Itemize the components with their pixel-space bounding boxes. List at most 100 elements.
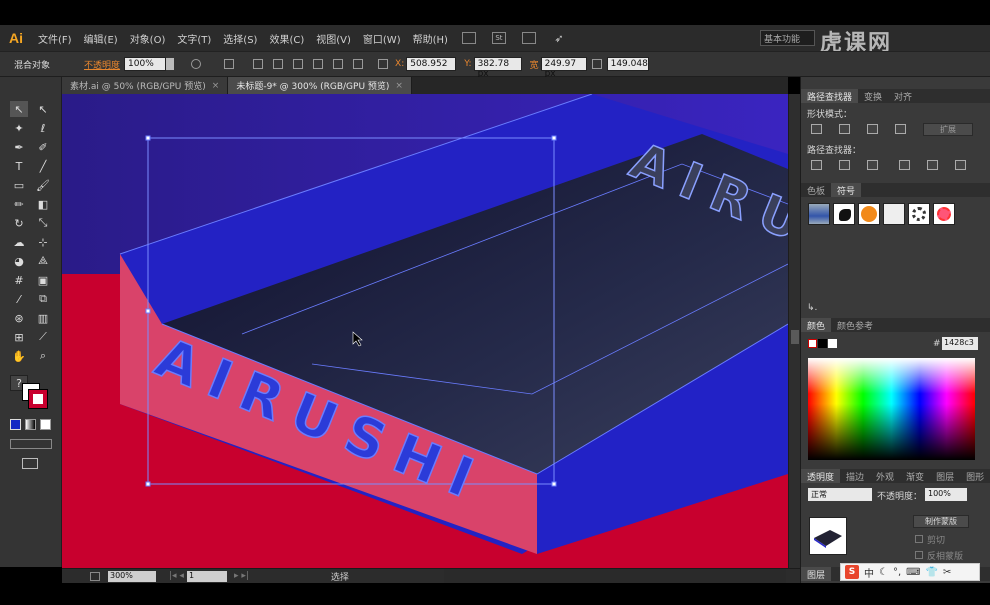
menu-select[interactable]: 选择(S) xyxy=(217,31,263,46)
close-icon[interactable]: × xyxy=(395,81,403,91)
trim-icon[interactable] xyxy=(839,160,850,170)
divide-icon[interactable] xyxy=(811,160,822,170)
stroke-swatch[interactable] xyxy=(28,389,48,409)
height-input[interactable]: 149.048 xyxy=(606,57,649,71)
symbol-wreath[interactable] xyxy=(908,203,930,225)
handle-tm[interactable] xyxy=(551,135,557,141)
tab-document-1[interactable]: 素材.ai @ 50% (RGB/GPU 预览) × xyxy=(62,77,229,94)
tab-stroke[interactable]: 描边 xyxy=(840,469,870,483)
mask-thumbnail[interactable] xyxy=(809,517,847,555)
tab-swatches[interactable]: 色板 xyxy=(801,183,831,197)
tab-document-2[interactable]: 未标题-9* @ 300% (RGB/GPU 预览) × xyxy=(228,77,412,94)
warp-tool-icon[interactable]: ☁ xyxy=(10,234,28,250)
tab-symbols[interactable]: 符号 xyxy=(831,183,862,197)
scale-tool-icon[interactable]: ⤡ xyxy=(34,215,52,231)
draw-mode-icons[interactable] xyxy=(10,439,52,449)
free-transform-tool-icon[interactable]: ⊹ xyxy=(34,234,52,250)
align-selection-icon[interactable] xyxy=(224,59,235,69)
gradient-mode-icon[interactable] xyxy=(25,419,36,430)
handle-tl[interactable] xyxy=(145,135,151,141)
fill-stroke-swatch[interactable] xyxy=(22,383,48,409)
first-artboard-icon[interactable]: |◂ ◂ xyxy=(169,571,184,581)
tab-color[interactable]: 颜色 xyxy=(801,318,832,332)
tab-appearance[interactable]: 外观 xyxy=(870,469,900,483)
ime-keyboard-icon[interactable]: ⌨ xyxy=(906,567,920,578)
clip-checkbox[interactable] xyxy=(915,535,923,543)
artboard-tool-icon[interactable]: ⊞ xyxy=(10,329,28,345)
exclude-icon[interactable] xyxy=(895,124,906,134)
make-mask-button[interactable]: 制作蒙版 xyxy=(913,515,969,528)
none-color-icon[interactable] xyxy=(808,339,817,348)
horizontal-scrollbar[interactable] xyxy=(444,569,990,583)
blend-mode-select[interactable]: 正常 xyxy=(808,488,872,501)
hex-input[interactable]: 1428c3 xyxy=(942,337,978,350)
merge-icon[interactable] xyxy=(867,160,878,170)
y-input[interactable]: 382.78 px xyxy=(473,57,522,79)
stock-icon[interactable]: St xyxy=(491,32,506,44)
menu-file[interactable]: 文件(F) xyxy=(32,31,78,46)
eyedropper-tool-icon[interactable]: ⁄ xyxy=(10,291,28,307)
gradient-tool-icon[interactable]: ▣ xyxy=(34,272,52,288)
menu-object[interactable]: 对象(O) xyxy=(124,31,172,46)
tab-align[interactable]: 对齐 xyxy=(888,89,918,103)
tab-layers-small[interactable]: 图层 xyxy=(930,469,960,483)
symbol-flower[interactable] xyxy=(933,203,955,225)
ime-tools-icon[interactable]: ✂ xyxy=(943,567,951,578)
direct-selection-tool-icon[interactable]: ↖ xyxy=(34,101,52,117)
width-input[interactable]: 249.97 px xyxy=(540,57,587,79)
black-color-icon[interactable] xyxy=(818,339,827,348)
rectangle-tool-icon[interactable]: ▭ xyxy=(10,177,28,193)
zoom-tool-icon[interactable]: ⌕ xyxy=(34,348,52,364)
tab-graphic-styles[interactable]: 图形 xyxy=(960,469,990,483)
curvature-tool-icon[interactable]: ✐ xyxy=(34,139,52,155)
x-input[interactable]: 508.952 xyxy=(406,57,457,71)
menu-view[interactable]: 视图(V) xyxy=(310,31,357,46)
tab-transparency[interactable]: 透明度 xyxy=(801,469,841,483)
reference-point-icon[interactable] xyxy=(378,59,389,69)
align-bottom-icon[interactable] xyxy=(353,59,364,69)
tab-pathfinder[interactable]: 路径查找器 xyxy=(801,89,859,103)
handle-bl[interactable] xyxy=(145,481,151,487)
align-middle-icon[interactable] xyxy=(333,59,344,69)
symbol-library-icon[interactable]: ↳. xyxy=(807,303,817,313)
symbol-splat[interactable] xyxy=(833,203,855,225)
next-artboard-icon[interactable]: ▸ ▸| xyxy=(234,571,249,581)
lasso-tool-icon[interactable]: ℓ xyxy=(34,120,52,136)
ime-toolbar[interactable]: S 中 ☾ °, ⌨ 👕 ✂ xyxy=(840,563,980,581)
symbol-orange-button[interactable] xyxy=(858,203,880,225)
opacity-link[interactable]: 不透明度 xyxy=(80,58,124,71)
unite-icon[interactable] xyxy=(811,124,822,134)
artboard-canvas[interactable]: AIRUSHI AIRUSHI xyxy=(62,94,788,568)
align-center-icon[interactable] xyxy=(273,59,284,69)
menu-effect[interactable]: 效果(C) xyxy=(263,31,310,46)
arrange-documents-icon[interactable] xyxy=(521,32,536,44)
bridge-icon[interactable] xyxy=(461,32,476,44)
blend-tool-icon[interactable]: ⧉ xyxy=(34,291,52,307)
align-right-icon[interactable] xyxy=(293,59,304,69)
ime-punctuation-icon[interactable]: °, xyxy=(893,567,901,578)
ime-language-label[interactable]: 中 xyxy=(864,565,874,580)
opacity-input[interactable]: 100% xyxy=(925,488,967,501)
tab-gradient[interactable]: 渐变 xyxy=(900,469,930,483)
gpu-performance-icon[interactable]: ➶ xyxy=(552,32,566,45)
menu-edit[interactable]: 编辑(E) xyxy=(78,31,124,46)
crop-icon[interactable] xyxy=(899,160,910,170)
magic-wand-tool-icon[interactable]: ✦ xyxy=(10,120,28,136)
align-top-icon[interactable] xyxy=(313,59,324,69)
expand-button[interactable]: 扩展 xyxy=(923,123,973,136)
pencil-tool-icon[interactable]: ✏ xyxy=(10,196,28,212)
minus-front-icon[interactable] xyxy=(839,124,850,134)
symbol-brush[interactable] xyxy=(883,203,905,225)
recolor-icon[interactable] xyxy=(191,59,202,69)
menu-help[interactable]: 帮助(H) xyxy=(407,31,454,46)
rotate-tool-icon[interactable]: ↻ xyxy=(10,215,28,231)
outline-icon[interactable] xyxy=(927,160,938,170)
handle-bm[interactable] xyxy=(551,481,557,487)
color-spectrum[interactable] xyxy=(808,358,975,460)
align-left-icon[interactable] xyxy=(253,59,264,69)
color-mode-icon[interactable] xyxy=(10,419,21,430)
tab-transform[interactable]: 变换 xyxy=(858,89,888,103)
graph-tool-icon[interactable]: ▥ xyxy=(34,310,52,326)
eraser-tool-icon[interactable]: ◧ xyxy=(34,196,52,212)
vertical-scrollbar[interactable] xyxy=(788,94,800,568)
